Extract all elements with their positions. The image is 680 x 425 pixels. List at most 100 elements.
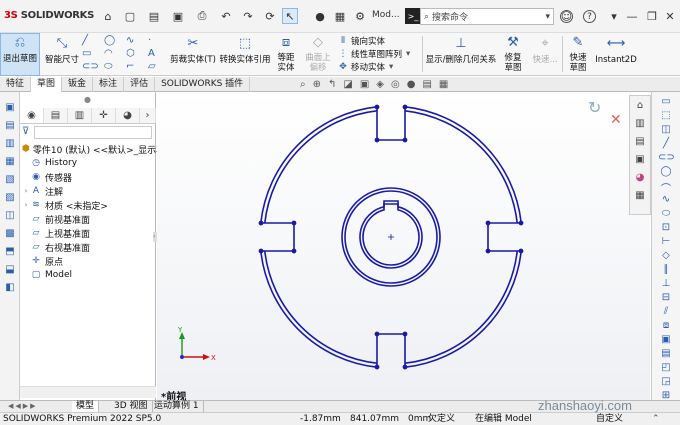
mirror-entities-button[interactable]: ⫴ 镜向实体 bbox=[337, 34, 417, 47]
line-icon[interactable]: ╱ bbox=[82, 35, 102, 48]
right-toolbar-tool-icon[interactable]: ▤ bbox=[658, 348, 674, 362]
view-orientation-icon[interactable]: ▣ bbox=[360, 79, 369, 91]
sketch-endpoint[interactable] bbox=[402, 137, 408, 143]
move-dropdown-icon[interactable]: ▾ bbox=[389, 62, 393, 72]
units-custom[interactable]: 自定义 bbox=[596, 413, 623, 425]
tab-features[interactable]: 特征 bbox=[0, 77, 32, 92]
right-toolbar-tool-icon[interactable]: ◫ bbox=[658, 124, 674, 138]
fillet-icon[interactable]: ⌐ bbox=[126, 61, 146, 74]
sketch-endpoint[interactable] bbox=[402, 104, 408, 110]
spline-icon[interactable]: ∿ bbox=[126, 35, 146, 48]
section-view-icon[interactable]: ◪ bbox=[343, 79, 352, 91]
ellipse-icon[interactable]: ⬭ bbox=[104, 61, 124, 74]
right-toolbar-tool-icon[interactable]: ∿ bbox=[658, 194, 674, 208]
right-toolbar-tool-icon[interactable]: ⊂⊃ bbox=[658, 152, 675, 166]
zoom-to-fit-icon[interactable]: ⌕ bbox=[300, 79, 306, 91]
sketch-toolbar-icon-9[interactable]: ⬒ bbox=[4, 246, 16, 258]
text-icon[interactable]: A bbox=[148, 48, 168, 61]
display-manager-tab-icon[interactable]: ◕ bbox=[116, 108, 140, 123]
quick-snaps-button[interactable]: ⌖ 快速... bbox=[530, 35, 560, 73]
tab-evaluate[interactable]: 评估 bbox=[124, 77, 156, 92]
expand-arrow-icon[interactable]: › bbox=[22, 201, 30, 209]
home-icon[interactable]: ⌂ bbox=[100, 8, 116, 24]
previous-view-icon[interactable]: ↰ bbox=[328, 79, 336, 91]
view-settings-icon[interactable]: ▦ bbox=[439, 79, 448, 91]
tree-horizontal-scrollbar[interactable] bbox=[20, 386, 156, 398]
right-toolbar-tool-icon[interactable]: ⬚ bbox=[658, 110, 674, 124]
sketch-toolbar-icon-6[interactable]: ▨ bbox=[4, 192, 16, 204]
dimxpert-tab-icon[interactable]: ✛ bbox=[92, 108, 116, 123]
sketch-endpoint[interactable] bbox=[258, 248, 264, 254]
sketch-endpoint[interactable] bbox=[291, 220, 297, 226]
right-toolbar-tool-icon[interactable]: ⊡ bbox=[658, 222, 674, 236]
tree-root-part[interactable]: ⬢ 零件10 (默认) <<默认>_显示状 bbox=[22, 142, 158, 156]
print-icon[interactable]: ⎙ bbox=[194, 8, 210, 24]
right-toolbar-tool-icon[interactable]: ◇ bbox=[658, 250, 674, 264]
tab-sheet-metal[interactable]: 钣金 bbox=[62, 77, 94, 92]
property-manager-tab-icon[interactable]: ▤ bbox=[44, 108, 68, 123]
new-file-icon[interactable]: ▢ bbox=[122, 8, 138, 24]
rapid-sketch-button[interactable]: ✎ 快速草图 bbox=[564, 35, 592, 73]
right-notch[interactable] bbox=[487, 222, 521, 252]
select-cursor-icon[interactable]: ↖ bbox=[282, 8, 298, 24]
hide-show-items-icon[interactable]: ◎ bbox=[391, 79, 400, 91]
bottom-notch[interactable] bbox=[376, 333, 406, 367]
zoom-area-icon[interactable]: ⊕ bbox=[313, 79, 321, 91]
solidworks-resources-icon[interactable]: ⌂ bbox=[633, 100, 647, 114]
view-palette-icon[interactable]: ▣ bbox=[633, 154, 647, 168]
scene-icon[interactable]: ▤ bbox=[422, 79, 431, 91]
sketch-endpoint[interactable] bbox=[402, 331, 408, 337]
command-prompt-icon[interactable]: >_ bbox=[405, 8, 421, 24]
sketch-endpoint[interactable] bbox=[518, 220, 524, 226]
sketch-endpoint[interactable] bbox=[485, 248, 491, 254]
display-style-icon[interactable]: ◈ bbox=[376, 79, 384, 91]
sketch-toolbar-icon-4[interactable]: ▦ bbox=[4, 156, 16, 168]
restore-icon[interactable]: ❐ bbox=[644, 8, 660, 24]
sketch-toolbar-icon-1[interactable]: ▣ bbox=[4, 102, 16, 114]
design-library-icon[interactable]: ▥ bbox=[633, 118, 647, 132]
minimize-icon[interactable]: — bbox=[624, 8, 640, 24]
offset-entities-button[interactable]: ⧈ 等距实体 bbox=[274, 35, 298, 73]
tree-item[interactable]: ✛ 原点 bbox=[22, 254, 158, 268]
trim-entities-button[interactable]: ✂ 剪裁实体(T) bbox=[170, 35, 216, 73]
sketch-toolbar-icon-2[interactable]: ▤ bbox=[4, 120, 16, 132]
open-file-icon[interactable]: ▤ bbox=[146, 8, 162, 24]
smart-dimension-button[interactable]: ⤡ 智能尺寸 bbox=[44, 35, 80, 73]
file-properties-icon[interactable]: ▦ bbox=[332, 8, 348, 24]
right-toolbar-tool-icon[interactable]: ⌒ bbox=[658, 180, 674, 195]
left-notch[interactable] bbox=[261, 222, 295, 252]
file-explorer-icon[interactable]: ▤ bbox=[633, 136, 647, 150]
user-account-icon[interactable]: ☺ bbox=[560, 10, 573, 23]
sketch-toolbar-icon-3[interactable]: ▥ bbox=[4, 138, 16, 150]
convert-entities-button[interactable]: ⬚ 转换实体引用 bbox=[218, 35, 272, 73]
repair-sketch-button[interactable]: ⚒ 修复草图 bbox=[498, 35, 528, 73]
options-gear-icon[interactable]: ⚙ bbox=[352, 8, 368, 24]
mode-label[interactable]: Mod... bbox=[372, 10, 400, 20]
right-toolbar-tool-icon[interactable]: ⊥ bbox=[658, 278, 674, 292]
right-toolbar-tool-icon[interactable]: ∥ bbox=[658, 264, 674, 278]
tree-item[interactable]: › A 注解 bbox=[22, 184, 158, 198]
sketch-toolbar-icon-7[interactable]: ◫ bbox=[4, 210, 16, 222]
tree-item[interactable]: ▢ Model bbox=[22, 268, 158, 282]
custom-properties-icon[interactable]: ▦ bbox=[633, 190, 647, 204]
right-toolbar-tool-icon[interactable]: ⬭ bbox=[658, 208, 674, 222]
sketch-endpoint[interactable] bbox=[402, 364, 408, 370]
tree-item[interactable]: ◷ History bbox=[22, 156, 158, 170]
tree-filter-input[interactable] bbox=[34, 126, 152, 139]
instant2d-button[interactable]: ⟷ Instant2D bbox=[594, 35, 638, 73]
right-toolbar-tool-icon[interactable]: ⫽ bbox=[658, 306, 674, 320]
tab-sketch[interactable]: 草图 bbox=[31, 77, 63, 92]
tree-item[interactable]: ▱ 右视基准面 bbox=[22, 240, 158, 254]
tree-item[interactable]: ◉ 传感器 bbox=[22, 170, 158, 184]
exit-sketch-button[interactable]: ⎌ 退出草图 bbox=[0, 33, 40, 76]
sketch-endpoint[interactable] bbox=[374, 137, 380, 143]
configuration-manager-tab-icon[interactable]: ▥ bbox=[68, 108, 92, 123]
sketch-endpoint[interactable] bbox=[374, 364, 380, 370]
redo-icon[interactable]: ↷ bbox=[240, 8, 256, 24]
sketch-endpoint[interactable] bbox=[258, 220, 264, 226]
sketch-toolbar-icon-5[interactable]: ▧ bbox=[4, 174, 16, 186]
right-toolbar-tool-icon[interactable]: ◰ bbox=[658, 362, 674, 376]
sketch-toolbar-icon-8[interactable]: ▩ bbox=[4, 228, 16, 240]
feature-tree-tab-icon[interactable]: ◉ bbox=[20, 108, 44, 123]
appearances-icon[interactable]: ◕ bbox=[633, 172, 647, 186]
